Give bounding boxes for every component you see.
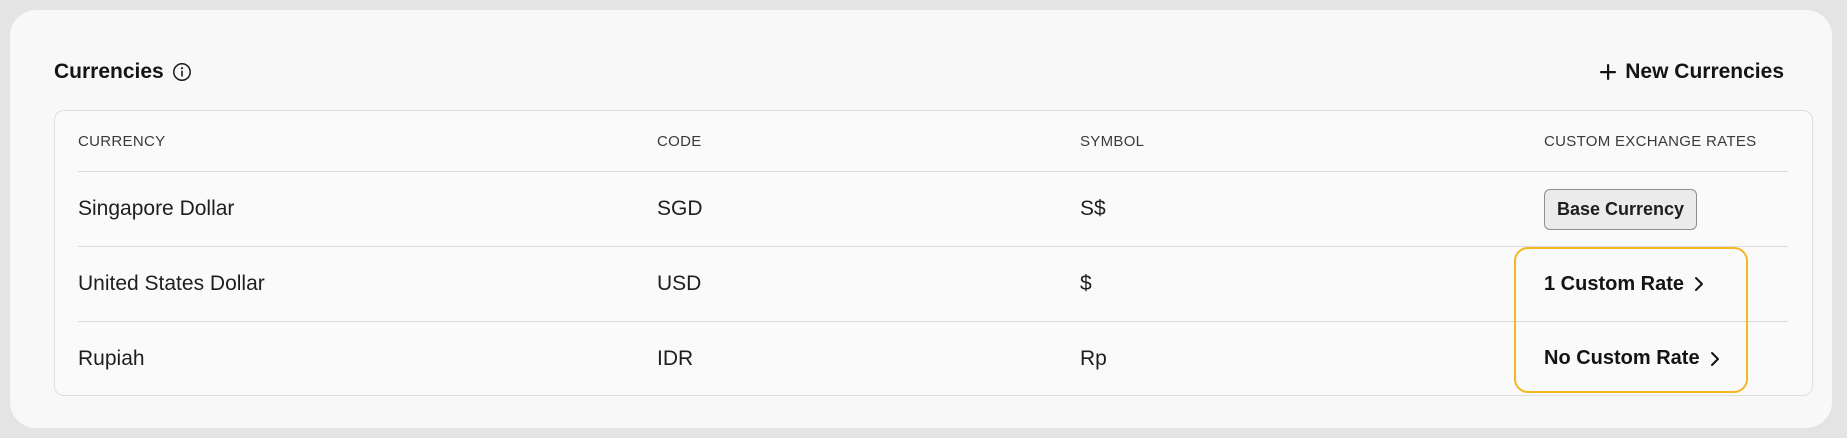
table-row: Singapore Dollar SGD S$ Base Currency xyxy=(78,172,1788,247)
section-header: Currencies xyxy=(54,60,192,84)
currencies-panel: Currencies New Currencies CURRENCY CODE … xyxy=(10,10,1832,428)
plus-icon xyxy=(1599,63,1617,81)
base-currency-badge: Base Currency xyxy=(1544,188,1698,230)
currency-symbol: Rp xyxy=(1080,346,1107,370)
section-title: Currencies xyxy=(54,60,164,83)
new-currencies-button[interactable]: New Currencies xyxy=(1599,60,1784,84)
chevron-right-icon xyxy=(1710,351,1720,367)
currency-code: USD xyxy=(657,272,702,295)
custom-rate-link[interactable]: 1 Custom Rate xyxy=(1544,273,1704,296)
currencies-table: CURRENCY CODE SYMBOL CUSTOM EXCHANGE RAT… xyxy=(54,110,1813,396)
rate-cell: No Custom Rate xyxy=(1544,322,1720,398)
table-row: Rupiah IDR Rp No Custom Rate xyxy=(78,322,1788,395)
table-row: United States Dollar USD $ 1 Custom Rate xyxy=(78,247,1788,322)
column-header-symbol: SYMBOL xyxy=(1080,132,1145,150)
currency-code: IDR xyxy=(657,346,694,370)
new-currencies-label: New Currencies xyxy=(1625,60,1784,83)
currency-code: SGD xyxy=(657,197,703,220)
custom-rate-link[interactable]: No Custom Rate xyxy=(1544,347,1720,370)
currency-name: Singapore Dollar xyxy=(78,197,235,220)
column-header-currency: CURRENCY xyxy=(78,132,166,150)
rate-cell: Base Currency xyxy=(1544,172,1698,246)
currency-name: United States Dollar xyxy=(78,272,265,295)
info-icon[interactable] xyxy=(172,62,192,82)
custom-rate-label: No Custom Rate xyxy=(1544,347,1700,369)
chevron-right-icon xyxy=(1694,276,1704,292)
currency-symbol: S$ xyxy=(1080,197,1106,220)
column-header-custom-exchange-rates: CUSTOM EXCHANGE RATES xyxy=(1544,132,1757,150)
rate-cell: 1 Custom Rate xyxy=(1544,247,1704,324)
currency-name: Rupiah xyxy=(78,346,145,370)
column-header-code: CODE xyxy=(657,132,702,150)
custom-rate-label: 1 Custom Rate xyxy=(1544,272,1685,295)
currency-symbol: $ xyxy=(1080,272,1092,295)
table-header-row: CURRENCY CODE SYMBOL CUSTOM EXCHANGE RAT… xyxy=(78,111,1788,172)
